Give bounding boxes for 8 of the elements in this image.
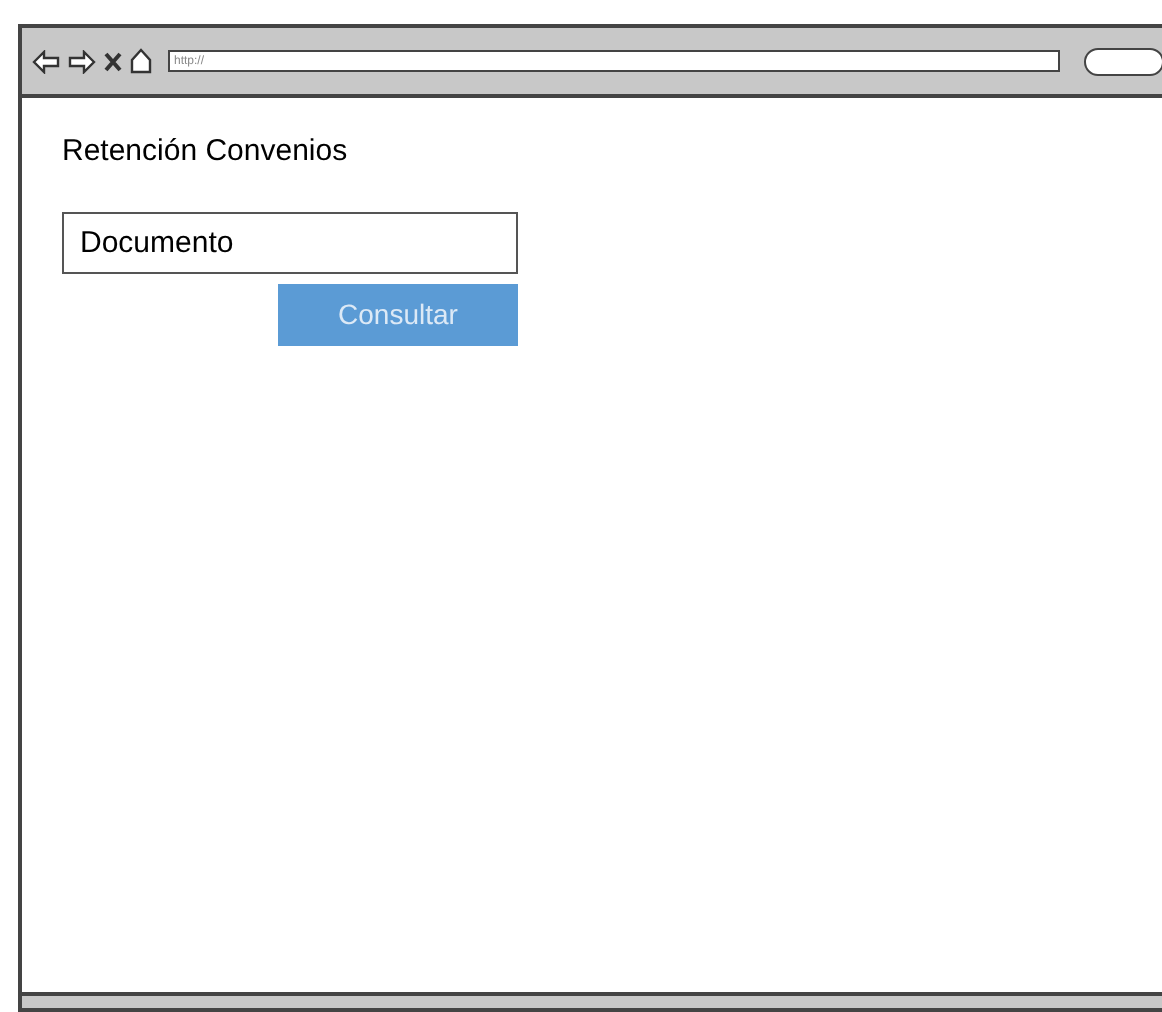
home-icon[interactable]	[130, 48, 152, 74]
forward-icon[interactable]	[68, 49, 96, 73]
page-title: Retención Convenios	[62, 134, 350, 172]
close-icon[interactable]	[104, 51, 122, 71]
back-icon[interactable]	[32, 49, 60, 73]
document-input-field[interactable]: Documento	[62, 211, 518, 274]
consultar-button[interactable]: Consultar	[278, 283, 518, 346]
search-field[interactable]	[1084, 47, 1162, 75]
